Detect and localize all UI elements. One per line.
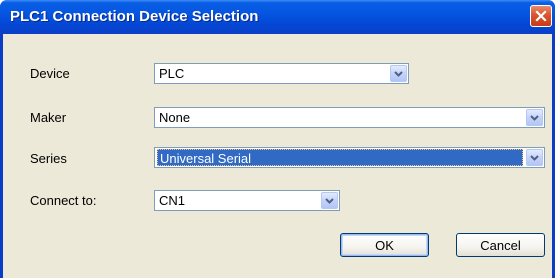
series-value: Universal Serial xyxy=(160,151,252,166)
connect-to-dropdown-button[interactable] xyxy=(321,192,338,209)
chevron-down-icon xyxy=(394,70,403,77)
device-value: PLC xyxy=(159,66,185,81)
close-icon xyxy=(535,10,547,22)
chevron-down-icon xyxy=(530,114,539,121)
connect-to-label: Connect to: xyxy=(30,193,97,208)
close-button[interactable] xyxy=(530,5,552,27)
maker-dropdown-button[interactable] xyxy=(526,109,543,126)
connect-to-select[interactable]: CN1 xyxy=(154,190,340,211)
chevron-down-icon xyxy=(325,197,334,204)
device-select[interactable]: PLC xyxy=(154,63,409,84)
cancel-button[interactable]: Cancel xyxy=(456,233,545,257)
chevron-down-icon xyxy=(530,154,539,161)
ok-button[interactable]: OK xyxy=(340,233,429,257)
series-dropdown-button[interactable] xyxy=(526,149,543,166)
dialog-body: Device PLC Maker None Series Universal S… xyxy=(3,34,552,278)
maker-label: Maker xyxy=(30,110,67,125)
device-label: Device xyxy=(30,66,70,81)
series-select[interactable]: Universal Serial xyxy=(154,147,545,168)
device-dropdown-button[interactable] xyxy=(390,65,407,82)
series-label: Series xyxy=(30,151,67,166)
window-title: PLC1 Connection Device Selection xyxy=(10,8,259,25)
dialog-window: PLC1 Connection Device Selection Device … xyxy=(0,0,555,278)
maker-value: None xyxy=(159,110,191,125)
connect-to-value: CN1 xyxy=(159,193,186,208)
title-bar[interactable]: PLC1 Connection Device Selection xyxy=(0,0,555,34)
series-selection-highlight: Universal Serial xyxy=(157,149,523,166)
maker-select[interactable]: None xyxy=(154,107,545,128)
